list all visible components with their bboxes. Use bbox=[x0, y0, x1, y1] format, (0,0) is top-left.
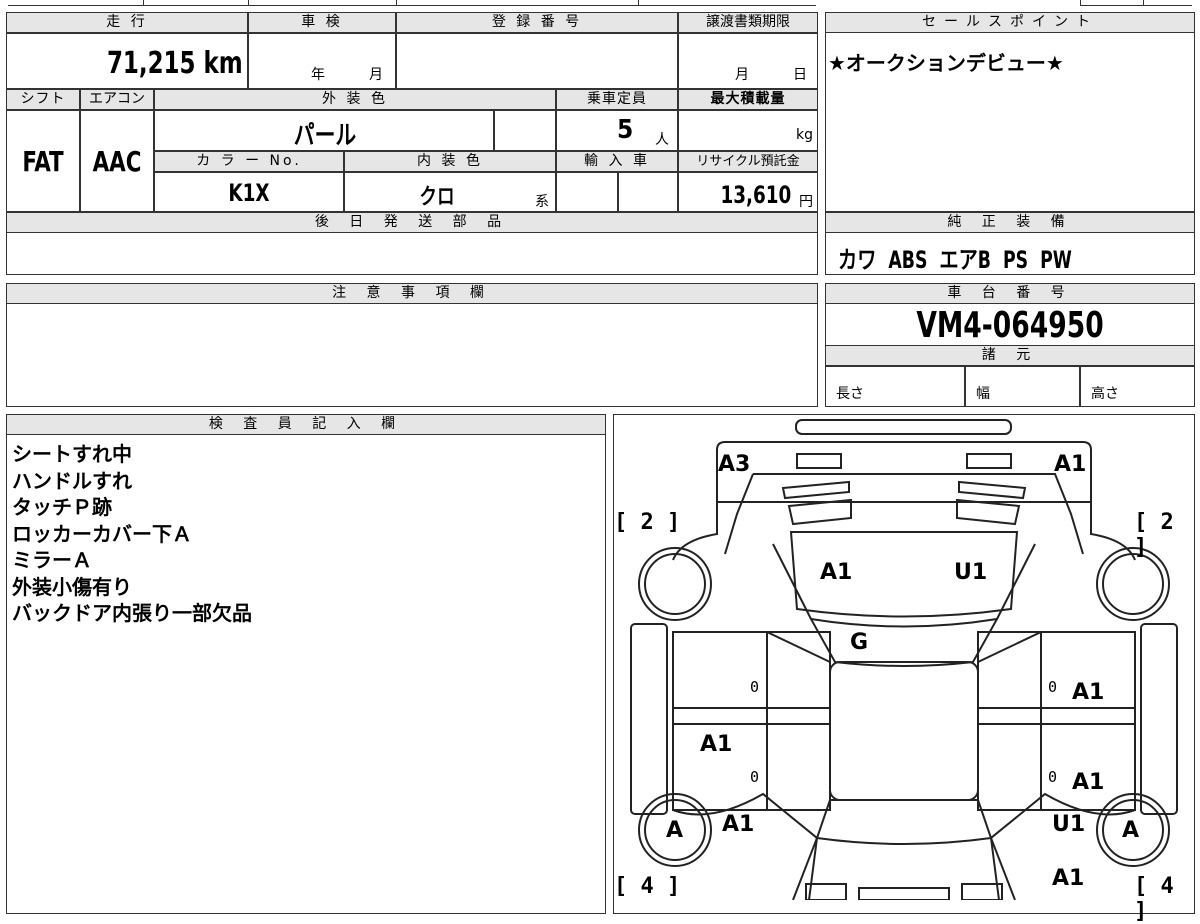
max-load-label: 最大積載量 bbox=[678, 89, 818, 110]
mileage-value: 71,215 km bbox=[107, 46, 243, 81]
mark-hood-left: A1 bbox=[820, 560, 853, 585]
shift-value: FAT bbox=[22, 145, 64, 178]
inspector-label: 検 査 員 記 入 欄 bbox=[6, 414, 606, 435]
mark-right-door-rear: A1 bbox=[1072, 770, 1105, 795]
notes-label: 注 意 事 項 欄 bbox=[6, 283, 818, 304]
shaken-month: 月 bbox=[369, 67, 383, 83]
max-load-unit: kg bbox=[796, 127, 813, 143]
recycle-label: リサイクル預託金 bbox=[678, 151, 818, 172]
mark-a3: A3 bbox=[718, 452, 751, 477]
shaken-year: 年 bbox=[311, 67, 325, 83]
transfer-day: 日 bbox=[793, 67, 807, 83]
import-cell-a bbox=[556, 172, 618, 212]
equipment-label: 純 正 装 備 bbox=[825, 212, 1195, 233]
import-cell-b bbox=[618, 172, 678, 212]
recycle-value: 13,610 bbox=[720, 181, 791, 209]
aircon-value: AAC bbox=[92, 145, 142, 178]
import-label: 輸 入 車 bbox=[556, 151, 678, 172]
inspector-line: ロッカーカバー下Ａ bbox=[12, 521, 192, 546]
top-strip bbox=[8, 0, 816, 6]
recycle-unit: 円 bbox=[799, 194, 813, 210]
sales-point-label: セールスポイント bbox=[825, 12, 1195, 33]
max-load-cell: kg bbox=[678, 110, 818, 151]
later-parts-label: 後 日 発 送 部 品 bbox=[6, 212, 818, 233]
width-cell: 幅 bbox=[965, 366, 1080, 407]
height-label: 高さ bbox=[1091, 386, 1119, 402]
mark-left-rear-wheel: A bbox=[666, 818, 684, 843]
inspector-line: ミラーＡ bbox=[12, 548, 92, 572]
transfer-cell: 月 日 bbox=[678, 33, 818, 89]
mark-front-right: A1 bbox=[1054, 452, 1087, 477]
inspector-line: ハンドルすれ bbox=[12, 468, 132, 493]
mark-right-rear-fender: U1 bbox=[1052, 812, 1086, 837]
bracket-front-right: [ 2 ] bbox=[1134, 510, 1174, 560]
mark-hood-right: U1 bbox=[954, 560, 988, 585]
chassis-label: 車 台 番 号 bbox=[825, 283, 1195, 304]
exterior-color-label: 外 装 色 bbox=[154, 89, 556, 110]
bracket-rear-right: [ 4 ] bbox=[1134, 874, 1174, 924]
inspector-line: シートすれ中 bbox=[12, 442, 132, 466]
mark-right-door-front: A1 bbox=[1072, 680, 1105, 705]
mileage-label: 走 行 bbox=[6, 12, 248, 33]
registration-label: 登 録 番 号 bbox=[396, 12, 678, 33]
exterior-color-cell: パール bbox=[154, 110, 494, 151]
mark-right-rear-wheel: A bbox=[1122, 818, 1140, 843]
aircon-label: エアコン bbox=[80, 89, 154, 110]
chassis-value: VM4-064950 bbox=[916, 305, 1104, 346]
shift-cell: FAT bbox=[6, 110, 80, 212]
interior-color-value: クロ bbox=[419, 185, 455, 210]
aircon-cell: AAC bbox=[80, 110, 154, 212]
transfer-month: 月 bbox=[735, 67, 749, 83]
length-cell: 長さ bbox=[825, 366, 965, 407]
shaken-label: 車 検 bbox=[248, 12, 396, 33]
height-cell: 高さ bbox=[1080, 366, 1195, 407]
interior-color-unit: 系 bbox=[535, 194, 549, 210]
mark-left-door-rear: A1 bbox=[700, 732, 733, 757]
car-diagram bbox=[630, 419, 1178, 900]
top-strip-right bbox=[1080, 0, 1192, 6]
recycle-cell: 13,610 円 bbox=[678, 172, 818, 212]
interior-color-cell: クロ 系 bbox=[344, 172, 556, 212]
color-no-label: カ ラ ー No. bbox=[154, 151, 344, 172]
zero-left-front: 0 bbox=[750, 678, 760, 696]
spec-label: 諸 元 bbox=[825, 345, 1195, 366]
exterior-color-value: パール bbox=[293, 121, 357, 151]
bracket-front-left: [ 2 ] bbox=[614, 510, 681, 535]
mark-windshield: G bbox=[850, 630, 869, 655]
equipment-text: カワ ABS エアB PS PW bbox=[838, 246, 1072, 274]
registration-cell bbox=[396, 33, 678, 89]
color-no-cell: K1X bbox=[154, 172, 344, 212]
sales-point-box bbox=[825, 12, 1195, 212]
zero-right-front: 0 bbox=[1048, 678, 1058, 696]
shaken-cell: 年 月 bbox=[248, 33, 396, 89]
color-no-value: K1X bbox=[228, 179, 270, 207]
capacity-label: 乗車定員 bbox=[556, 89, 678, 110]
capacity-cell: 5 人 bbox=[556, 110, 678, 151]
zero-right-rear: 0 bbox=[1048, 768, 1058, 786]
inspector-line: タッチＰ跡 bbox=[12, 495, 112, 519]
inspector-notes: シートすれ中 ハンドルすれ タッチＰ跡 ロッカーカバー下Ａ ミラーＡ 外装小傷有… bbox=[12, 441, 252, 627]
length-label: 長さ bbox=[836, 386, 864, 402]
mark-left-rear-fender: A1 bbox=[722, 812, 755, 837]
capacity-value: 5 bbox=[617, 115, 634, 145]
bracket-rear-left: [ 4 ] bbox=[614, 874, 681, 899]
exterior-extra-cell bbox=[494, 110, 556, 151]
interior-color-label: 内 装 色 bbox=[344, 151, 556, 172]
transfer-deadline-label: 譲渡書類期限 bbox=[678, 12, 818, 33]
width-label: 幅 bbox=[976, 386, 990, 402]
inspector-line: バックドア内張り一部欠品 bbox=[12, 601, 252, 625]
zero-left-rear: 0 bbox=[750, 768, 760, 786]
inspector-line: 外装小傷有り bbox=[12, 574, 132, 599]
sales-point-text: ★オークションデビュー★ bbox=[828, 51, 1064, 75]
mileage-cell: 71,215 km bbox=[6, 33, 248, 89]
shift-label: シフト bbox=[6, 89, 80, 110]
capacity-unit: 人 bbox=[655, 132, 669, 148]
mark-right-rear-bottom: A1 bbox=[1052, 866, 1085, 891]
